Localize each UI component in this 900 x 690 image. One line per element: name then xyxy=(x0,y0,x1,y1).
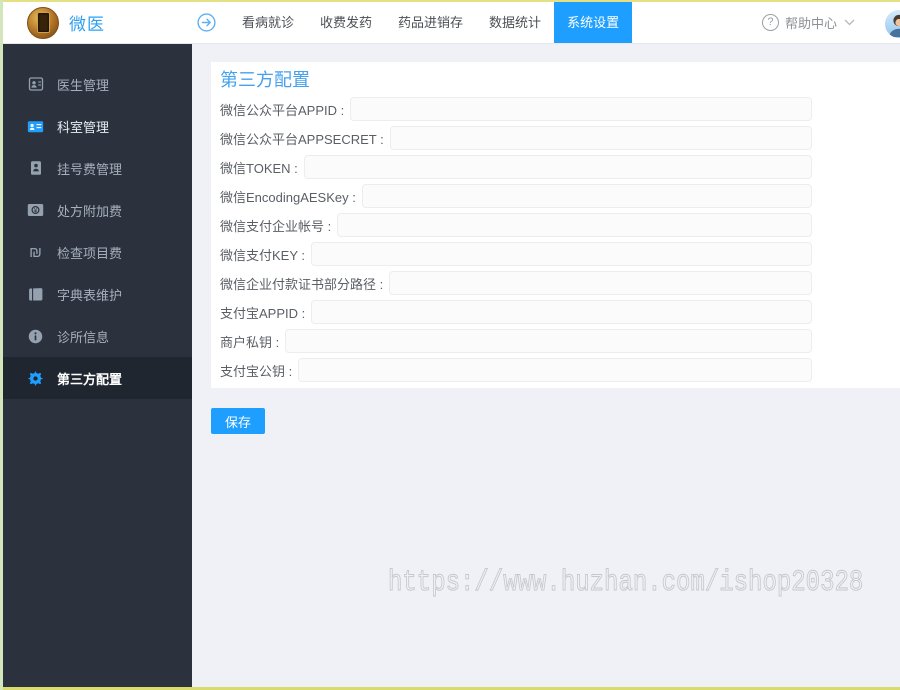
clinic-logo-icon xyxy=(27,6,59,39)
alipay-public-key-input[interactable] xyxy=(298,358,812,382)
wechat-pay-merchant-account-input[interactable] xyxy=(337,213,812,237)
nav-item-system-settings[interactable]: 系统设置 xyxy=(554,2,633,43)
save-button[interactable]: 保存 xyxy=(211,408,265,434)
field-label: 支付宝公钥 : xyxy=(220,363,293,379)
sidebar-item-label: 挂号费管理 xyxy=(57,161,123,177)
department-card-icon xyxy=(27,118,44,135)
sidebar-item-label: 处方附加费 xyxy=(57,203,123,219)
help-label: 帮助中心 xyxy=(784,16,837,31)
sidebar-item-doctor-management[interactable]: 医生管理 xyxy=(0,63,192,105)
nav-item-outpatient[interactable]: 看病就诊 xyxy=(229,2,307,43)
sidebar-item-third-party-config[interactable]: 第三方配置 xyxy=(0,357,192,399)
wechat-pay-key-input[interactable] xyxy=(311,242,812,266)
sidebar-item-registration-fee[interactable]: 挂号费管理 xyxy=(0,147,192,189)
form-row: 微信支付企业帐号 : xyxy=(220,213,812,237)
config-form: 微信公众平台APPID : 微信公众平台APPSECRET : 微信TOKEN … xyxy=(220,97,812,382)
watermark-text: https://www.huzhan.com/ishop20328 xyxy=(388,566,864,601)
sidebar: 医生管理 科室管理 挂号费管理 ¥ 处方附加费 ₪ 检查项目费 字典表维护 诊所… xyxy=(0,43,192,690)
alipay-appid-input[interactable] xyxy=(311,300,812,324)
form-row: 微信EncodingAESKey : xyxy=(220,184,812,208)
page-title: 第三方配置 xyxy=(220,70,310,90)
wechat-encoding-aeskey-input[interactable] xyxy=(361,184,812,208)
field-label: 商户私钥 : xyxy=(220,334,280,350)
wechat-cert-path-input[interactable] xyxy=(389,271,812,295)
brand-name: 微医 xyxy=(69,15,105,34)
field-label: 微信公众平台APPSECRET : xyxy=(220,131,384,147)
sidebar-item-clinic-info[interactable]: 诊所信息 xyxy=(0,315,192,357)
sidebar-item-label: 第三方配置 xyxy=(57,371,123,387)
form-row: 微信支付KEY : xyxy=(220,242,812,266)
svg-text:¥: ¥ xyxy=(34,207,38,214)
field-label: 微信EncodingAESKey : xyxy=(220,189,356,205)
sidebar-item-dictionary-maintenance[interactable]: 字典表维护 xyxy=(0,273,192,315)
form-row: 微信公众平台APPID : xyxy=(220,97,812,121)
sidebar-item-label: 医生管理 xyxy=(57,77,110,93)
help-center[interactable]: ? 帮助中心 xyxy=(761,2,855,43)
capture-edge-left xyxy=(0,0,3,690)
field-label: 微信支付KEY : xyxy=(220,247,306,263)
gear-icon xyxy=(27,370,44,387)
user-avatar[interactable] xyxy=(885,10,900,38)
nav-item-drug-inventory[interactable]: 药品进销存 xyxy=(385,2,476,43)
capture-edge-top xyxy=(0,0,900,2)
sidebar-item-prescription-surcharge[interactable]: ¥ 处方附加费 xyxy=(0,189,192,231)
info-icon xyxy=(27,328,44,345)
nav-item-billing[interactable]: 收费发药 xyxy=(307,2,385,43)
chevron-down-icon xyxy=(844,19,855,26)
sidebar-item-label: 检查项目费 xyxy=(57,245,123,261)
merchant-private-key-input[interactable] xyxy=(285,329,812,353)
cash-icon: ¥ xyxy=(27,202,44,219)
sidebar-item-department-management[interactable]: 科室管理 xyxy=(0,105,192,147)
top-nav: 看病就诊 收费发药 药品进销存 数据统计 系统设置 xyxy=(197,2,633,43)
book-icon xyxy=(27,286,44,303)
sidebar-item-exam-item-fee[interactable]: ₪ 检查项目费 xyxy=(0,231,192,273)
third-party-config-panel: 第三方配置 微信公众平台APPID : 微信公众平台APPSECRET : 微信… xyxy=(211,62,900,388)
field-label: 微信TOKEN : xyxy=(220,160,298,176)
sidebar-item-label: 诊所信息 xyxy=(57,329,110,345)
form-row: 微信公众平台APPSECRET : xyxy=(220,126,812,150)
form-row: 支付宝APPID : xyxy=(220,300,812,324)
form-row: 商户私钥 : xyxy=(220,329,812,353)
form-row: 支付宝公钥 : xyxy=(220,358,812,382)
sidebar-item-label: 字典表维护 xyxy=(57,287,123,303)
sidebar-item-label: 科室管理 xyxy=(57,119,110,135)
form-row: 微信TOKEN : xyxy=(220,155,812,179)
field-label: 微信企业付款证书部分路径 : xyxy=(220,276,384,292)
wechat-appsecret-input[interactable] xyxy=(389,126,812,150)
currency-icon: ₪ xyxy=(29,243,42,261)
arrow-circle-icon[interactable] xyxy=(197,13,216,32)
badge-icon xyxy=(27,160,44,177)
wechat-appid-input[interactable] xyxy=(350,97,812,121)
field-label: 微信公众平台APPID : xyxy=(220,102,345,118)
field-label: 支付宝APPID : xyxy=(220,305,306,321)
contact-card-icon xyxy=(27,76,44,93)
top-header: 微医 看病就诊 收费发药 药品进销存 数据统计 系统设置 ? 帮助中心 xyxy=(0,2,900,44)
field-label: 微信支付企业帐号 : xyxy=(220,218,332,234)
nav-item-statistics[interactable]: 数据统计 xyxy=(476,2,554,43)
wechat-token-input[interactable] xyxy=(303,155,812,179)
form-row: 微信企业付款证书部分路径 : xyxy=(220,271,812,295)
help-icon: ? xyxy=(761,14,779,31)
brand[interactable]: 微医 xyxy=(27,2,105,43)
